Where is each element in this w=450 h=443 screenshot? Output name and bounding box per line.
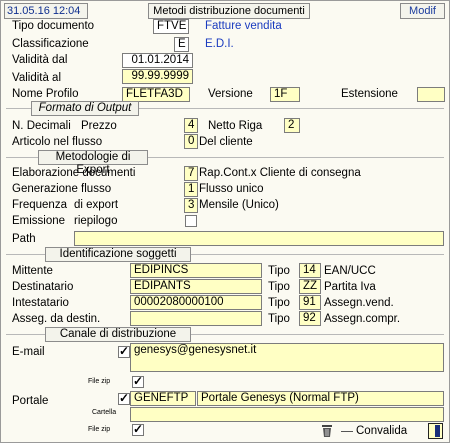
email-field[interactable]: genesys@genesysnet.it — [130, 343, 444, 372]
asseg-destin-label: Asseg. da destin. — [12, 313, 101, 325]
window-title: Metodi distribuzione documenti — [148, 3, 310, 19]
path-label: Path — [12, 233, 36, 245]
separator — [341, 431, 353, 432]
section-identificazione-soggetti: Identificazione soggetti — [45, 247, 191, 262]
trash-icon[interactable] — [320, 424, 334, 438]
tipo-documento-label: Tipo documento — [12, 20, 95, 32]
classificazione-field[interactable]: E — [174, 37, 189, 52]
nome-profilo-field[interactable]: FLETFA3D — [122, 87, 190, 102]
versione-field[interactable]: 1F — [270, 87, 300, 102]
tipo-documento-field[interactable]: FTVE — [153, 19, 189, 34]
validita-dal-label: Validità dal — [12, 54, 68, 66]
classificazione-desc: E.D.I. — [205, 38, 234, 50]
asseg-tipo-field[interactable]: 92 — [299, 311, 321, 326]
elaborazione-field[interactable]: 7 — [184, 166, 198, 181]
frequenza-desc: Mensile (Unico) — [199, 199, 279, 211]
netto-riga-field[interactable]: 2 — [284, 118, 300, 133]
check-mark-icon: ✓ — [119, 391, 130, 405]
file-zip-label-2: File zip — [88, 426, 111, 433]
asseg-tipo-desc: Assegn.compr. — [324, 313, 401, 325]
riepilogo-label: riepilogo — [74, 215, 118, 227]
intestatario-tipo-field[interactable]: 91 — [299, 295, 321, 310]
mittente-tipo-label: Tipo — [268, 265, 290, 277]
nome-profilo-label: Nome Profilo — [12, 88, 79, 100]
check-mark-icon: ✓ — [119, 344, 130, 358]
articolo-desc: Del cliente — [199, 136, 253, 148]
email-label: E-mail — [12, 346, 45, 358]
prezzo-decimali-field[interactable]: 4 — [184, 118, 198, 133]
decimali-label: N. Decimali — [12, 120, 71, 132]
portale-label: Portale — [12, 395, 49, 407]
mode-indicator: Modif — [400, 3, 445, 19]
frequenza-field[interactable]: 3 — [184, 198, 198, 213]
destinatario-tipo-field[interactable]: ZZ — [299, 279, 321, 294]
section-canale-distribuzione: Canale di distribuzione — [45, 327, 191, 342]
intestatario-tipo-desc: Assegn.vend. — [324, 297, 394, 309]
elaborazione-label: Elaborazione documenti — [12, 167, 136, 179]
convalida-button[interactable]: Convalida — [356, 424, 407, 438]
asseg-tipo-label: Tipo — [268, 313, 290, 325]
frequenza-label-2: di export — [74, 199, 119, 211]
tipo-documento-desc: Fatture vendita — [205, 20, 282, 32]
estensione-field[interactable] — [417, 87, 445, 102]
check-mark-icon: ✓ — [133, 422, 144, 436]
header-date: 31.05.16 12:04 — [4, 3, 88, 19]
destinatario-tipo-label: Tipo — [268, 281, 290, 293]
destinatario-field[interactable]: EDIPANTS — [130, 279, 262, 294]
file-zip-label-1: File zip — [88, 378, 111, 385]
asseg-destin-field[interactable] — [130, 311, 262, 326]
path-field[interactable] — [74, 231, 444, 246]
riepilogo-checkbox[interactable] — [185, 215, 197, 227]
frequenza-label: Frequenza — [12, 199, 67, 211]
portale-desc-field[interactable]: Portale Genesys (Normal FTP) — [197, 391, 444, 406]
section-metodologie-export: Metodologie di Export — [38, 150, 148, 176]
cartella-label: Cartella — [92, 409, 117, 416]
generazione-field[interactable]: 1 — [184, 182, 198, 197]
netto-riga-label: Netto Riga — [208, 120, 263, 132]
portale-code-field[interactable]: GENEFTP — [130, 391, 196, 406]
articolo-field[interactable]: 0 — [184, 134, 198, 149]
mittente-tipo-desc: EAN/UCC — [324, 265, 376, 277]
cartella-field[interactable] — [130, 407, 444, 422]
intestatario-field[interactable]: 00002080000100 — [130, 295, 262, 310]
validita-dal-field[interactable]: 01.01.2014 — [122, 53, 193, 68]
classificazione-label: Classificazione — [12, 38, 89, 50]
destinatario-tipo-desc: Partita Iva — [324, 281, 376, 293]
generazione-desc: Flusso unico — [199, 183, 264, 195]
estensione-label: Estensione — [341, 88, 398, 100]
mittente-field[interactable]: EDIPINCS — [130, 263, 262, 278]
prezzo-label: Prezzo — [81, 120, 117, 132]
exit-door-icon[interactable] — [428, 423, 443, 439]
articolo-label: Articolo nel flusso — [12, 136, 103, 148]
generazione-label: Generazione flusso — [12, 183, 112, 195]
versione-label: Versione — [208, 88, 253, 100]
section-formato-output: Formato di Output — [31, 101, 139, 116]
check-mark-icon: ✓ — [133, 374, 144, 388]
validita-al-field[interactable]: 99.99.9999 — [122, 69, 193, 84]
intestatario-label: Intestatario — [12, 297, 69, 309]
window-frame — [0, 0, 450, 443]
emissione-label: Emissione — [12, 215, 66, 227]
elaborazione-desc: Rap.Cont.x Cliente di consegna — [199, 167, 361, 179]
validita-al-label: Validità al — [12, 72, 62, 84]
destinatario-label: Destinatario — [12, 281, 74, 293]
mittente-tipo-field[interactable]: 14 — [299, 263, 321, 278]
intestatario-tipo-label: Tipo — [268, 297, 290, 309]
mittente-label: Mittente — [12, 265, 53, 277]
